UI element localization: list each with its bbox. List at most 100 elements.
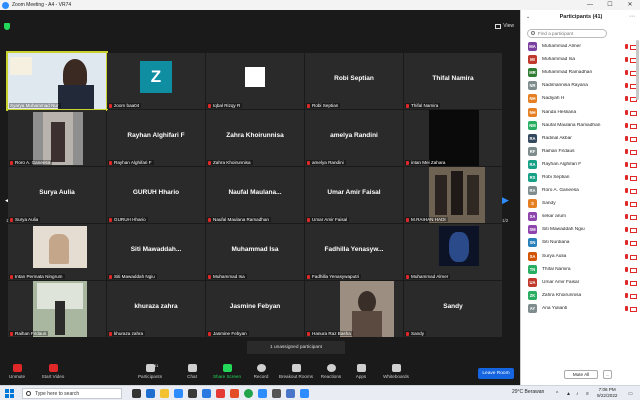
participant-row[interactable]: RF Raihan Firdaus [521,145,637,158]
mic-off-icon[interactable] [624,227,629,233]
video-tile[interactable]: Hanura Raz Basha [305,281,403,337]
notifications-icon[interactable]: ▭ [628,391,633,397]
mic-off-icon[interactable] [624,188,629,194]
mic-off-icon[interactable] [624,305,629,311]
zoom-meeting-icon[interactable] [300,389,309,398]
participant-row[interactable]: NH Nanda Hesliana [521,105,637,118]
video-tile[interactable]: Intan Permata Ningrum [8,224,106,280]
video-off-icon[interactable] [630,123,637,129]
participant-search-input[interactable]: Find a participant [527,29,607,38]
video-tile[interactable]: Surya Aulia Surya Aulia [8,167,106,223]
mic-off-icon[interactable] [624,57,629,63]
video-tile[interactable]: Naufal Maulana... Naufal Maulana Ramadha… [206,167,304,223]
more-options-button[interactable]: ... [603,370,612,379]
participant-row[interactable]: RS Robi Septian [521,171,637,184]
record-button[interactable]: Record [241,364,281,379]
video-off-icon[interactable] [630,149,637,155]
participant-row[interactable]: NH Nadiyah H [521,92,637,105]
participant-row[interactable]: RA Radinal Akbar [521,132,637,145]
teams-icon[interactable] [286,389,295,398]
powerpoint-icon[interactable] [216,389,225,398]
mic-off-icon[interactable] [624,253,629,259]
video-tile[interactable]: Iqbal Rizqy R [206,53,304,109]
participant-row[interactable]: SA Surya Aulia [521,250,637,263]
next-page-button[interactable]: ▶ [502,195,509,206]
panel-options-button[interactable]: ⋯ [629,10,635,25]
video-off-icon[interactable] [630,96,637,103]
participant-row[interactable]: AY Ana Yulianti [521,302,637,315]
video-tile[interactable]: Siti Mawaddah... Siti Mawaddah Ngiu [107,224,205,280]
participant-row[interactable]: TN Thifal Namira [521,263,637,276]
video-tile[interactable]: Z zoom baa04 [107,53,205,109]
video-off-icon[interactable] [630,214,637,221]
weather-widget[interactable]: 29°C Berawan [512,389,544,395]
participants-button[interactable]: 41 Participants [130,363,170,379]
video-off-icon[interactable] [630,267,637,273]
video-tile[interactable]: Zahra Khoirunnisa Zahra Khoirunnisa [206,110,304,166]
video-tile[interactable]: GURUH Hhario GURUH Hhario [107,167,205,223]
whiteboards-button[interactable]: Whiteboards [376,364,416,379]
video-off-icon[interactable] [630,293,637,299]
participant-row[interactable]: ZK Zahra Khoirunnisa [521,289,637,302]
language-icon[interactable]: ≡ [586,391,589,397]
mic-off-icon[interactable] [624,214,629,220]
video-off-icon[interactable] [630,110,637,116]
participant-row[interactable]: RA Rayhan Alghifari F [521,158,637,171]
participant-row[interactable]: NR Nadimannisa Rayana [521,79,637,92]
participant-row[interactable]: UA Umar Amir Faisal [521,276,637,289]
participant-row[interactable]: SA sekar arum [521,210,637,223]
video-off-icon[interactable] [630,83,637,90]
mic-off-icon[interactable] [624,174,629,180]
unassigned-participant-notice[interactable]: 1 unassigned participant [247,341,345,354]
mic-off-icon[interactable] [624,161,629,167]
video-off-icon[interactable] [630,57,637,64]
windows-start-icon[interactable] [5,389,14,398]
settings-app-icon[interactable] [272,389,281,398]
mic-off-icon[interactable] [624,279,629,285]
video-off-icon[interactable] [630,306,637,312]
video-tile[interactable]: Umar Amir Faisal Umar Amir Faisal [305,167,403,223]
video-tile[interactable]: Syarya Muhammad Nur [6,51,108,111]
word-icon[interactable] [202,389,211,398]
video-off-icon[interactable] [630,240,637,247]
mute-all-button[interactable]: Mute All [564,370,598,379]
mail-icon[interactable] [174,389,183,398]
mic-off-icon[interactable] [624,292,629,298]
close-button[interactable]: ✕ [620,0,640,10]
video-tile[interactable]: Fadhilla Yenasyw... Fadhilla Yenasywaput… [305,224,403,280]
video-tile[interactable]: Raihan Firdaus [8,281,106,337]
breakout-rooms-button[interactable]: Breakout Rooms [276,364,316,379]
participant-row[interactable]: S Sandy [521,197,637,210]
video-off-icon[interactable] [630,280,637,286]
mic-off-icon[interactable] [624,135,629,141]
video-off-icon[interactable] [630,175,637,181]
video-tile[interactable]: Roro A. Ganeesa [8,110,106,166]
chat-button[interactable]: Chat [172,364,212,379]
zoom-app-icon[interactable] [258,389,267,398]
security-shield-icon[interactable] [4,23,10,30]
video-tile[interactable]: Muhammad Isa Muhammad Isa [206,224,304,280]
firefox-icon[interactable] [230,389,239,398]
start-video-button[interactable]: Start Video [33,364,73,379]
store-icon[interactable] [188,389,197,398]
video-tile[interactable]: Muhammad Almer [404,224,502,280]
mic-off-icon[interactable] [624,148,629,154]
video-off-icon[interactable] [630,188,637,195]
participant-row[interactable]: MR Muhammad Ramadhan [521,66,637,79]
view-button[interactable]: View [495,23,514,29]
maximize-button[interactable]: ☐ [600,0,620,10]
mic-off-icon[interactable] [624,83,629,89]
video-tile[interactable]: Thifal Namira Thifal Namira [404,53,502,109]
video-off-icon[interactable] [630,254,637,260]
video-tile[interactable]: Sandy Sandy [404,281,502,337]
unmute-button[interactable]: Unmute [0,364,37,379]
mic-off-icon[interactable] [624,201,629,207]
mic-off-icon[interactable] [624,70,629,76]
file-explorer-icon[interactable] [160,389,169,398]
network-icon[interactable]: ▲ [566,391,571,397]
mic-off-icon[interactable] [624,96,629,102]
mic-off-icon[interactable] [624,266,629,272]
leave-room-button[interactable]: Leave Room [478,368,514,379]
mic-off-icon[interactable] [624,240,629,246]
apps-button[interactable]: Apps [341,364,381,379]
